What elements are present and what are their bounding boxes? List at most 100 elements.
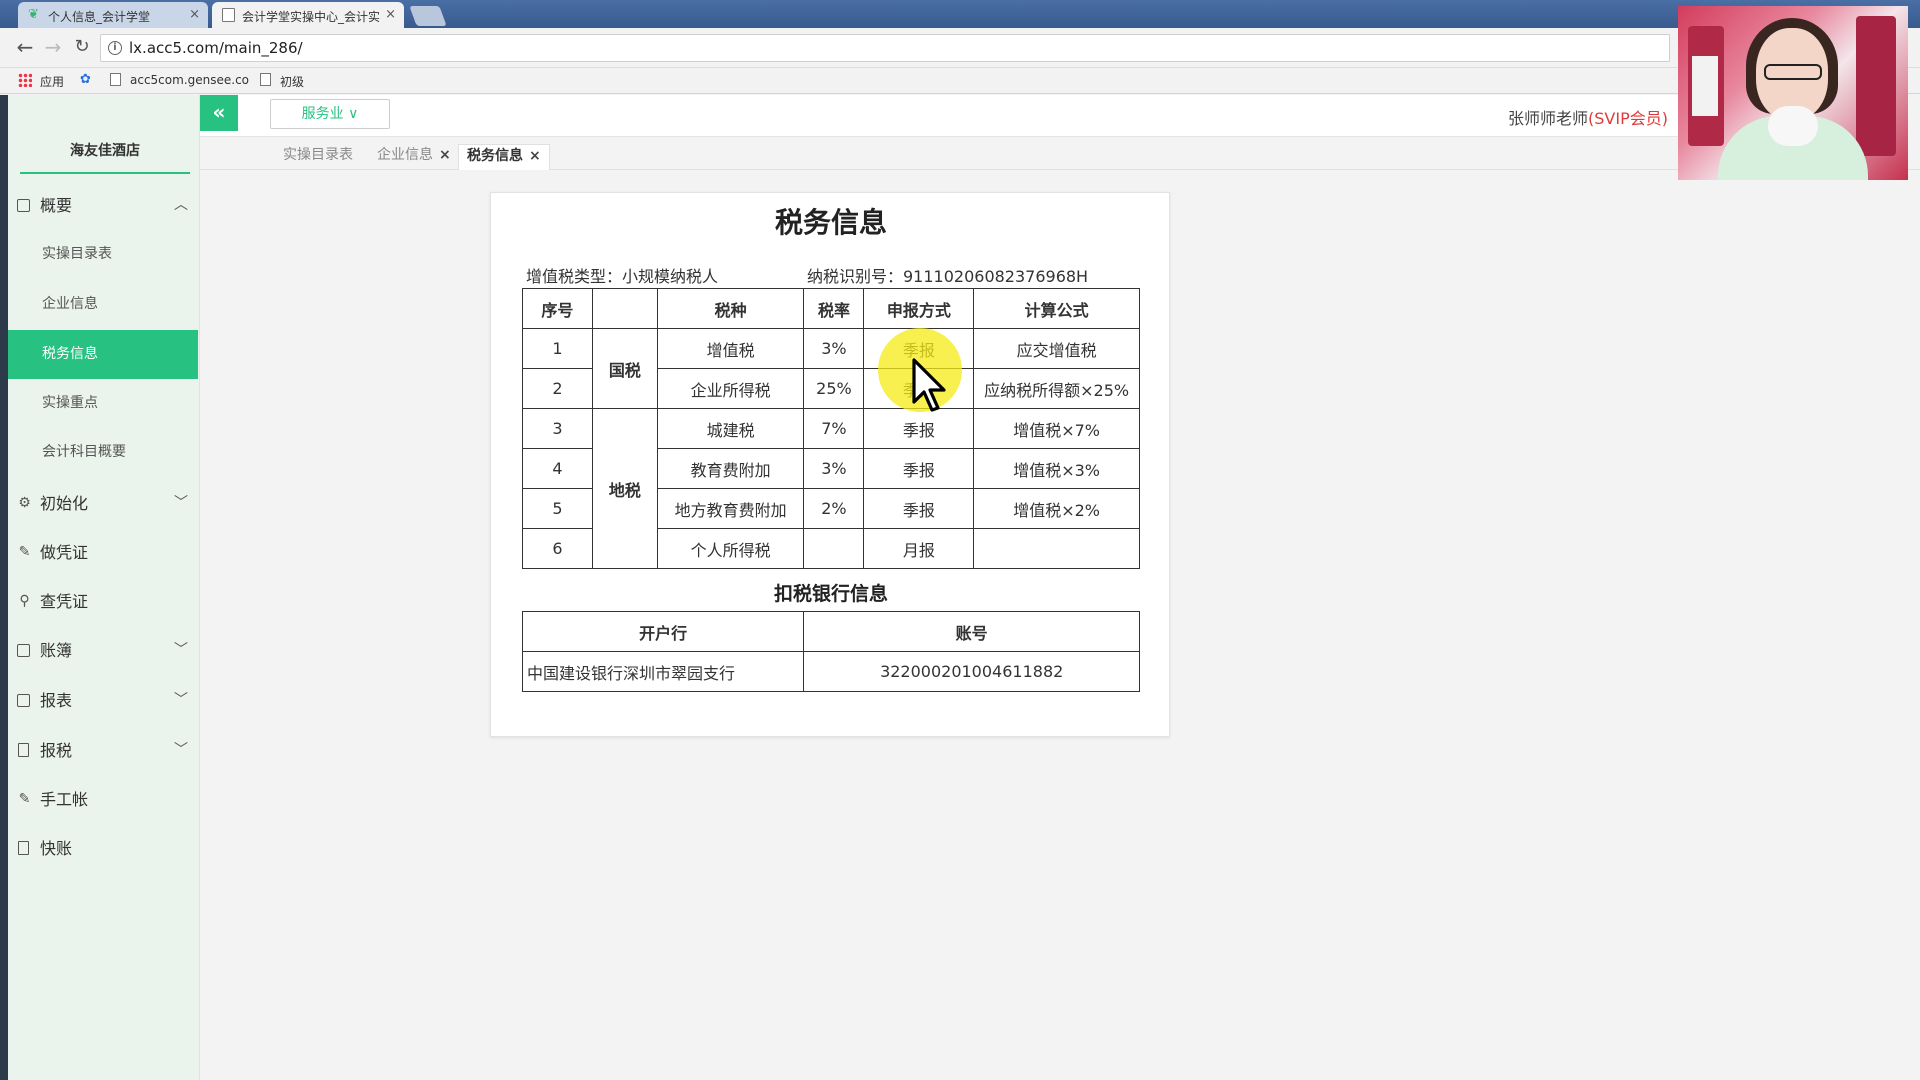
sidebar-item-label: 手工帐 — [40, 790, 89, 809]
collapse-sidebar-button[interactable]: « — [200, 95, 238, 131]
user-info[interactable]: 张师师老师(SVIP会员) — [1508, 105, 1668, 129]
user-level-badge: (SVIP会员) — [1588, 109, 1668, 128]
sidebar-subitem-key-points[interactable]: 实操重点 — [8, 379, 198, 428]
tab-label: 企业信息 — [377, 147, 433, 163]
sidebar-item-reports[interactable]: 报表 ﹀ — [8, 676, 198, 725]
bookmark-label: 初级 — [280, 75, 305, 89]
webcam-overlay — [1678, 6, 1908, 180]
reload-icon[interactable]: ↻ — [71, 36, 93, 58]
account-number: 322000201004611882 — [803, 651, 1140, 692]
sidebar-item-tax-filing[interactable]: 报税 ﹀ — [8, 726, 198, 775]
pen-icon: ✎ — [18, 544, 31, 560]
browser-tab-title: 个人信息_会计学堂 — [48, 10, 151, 24]
back-icon[interactable]: ← — [14, 36, 36, 58]
sidebar-item-search-voucher[interactable]: ⚲ 查凭证 — [8, 577, 198, 626]
document-icon — [260, 73, 271, 86]
tax-name: 个人所得税 — [656, 528, 805, 569]
file-icon — [18, 743, 29, 757]
sidebar-item-ledger[interactable]: 账簿 ﹀ — [8, 626, 198, 675]
sidebar-item-label: 报税 — [40, 741, 73, 760]
industry-select[interactable]: 服务业 ∨ — [270, 99, 390, 129]
table-row: 1 国税 增值税 3% 季报 应交增值税 — [522, 328, 1140, 409]
sidebar-item-label: 账簿 — [40, 641, 73, 660]
tab-company-info[interactable]: 企业信息 × — [369, 144, 459, 170]
new-tab-button[interactable] — [409, 6, 447, 26]
user-name: 张师师老师 — [1508, 109, 1589, 128]
sidebar: 海友佳酒店 概要 ︿ 实操目录表 企业信息 税务信息 实操重点 会计科目概要 ⚙… — [0, 95, 200, 1080]
sidebar-item-label: 查凭证 — [40, 592, 89, 611]
url-text: lx.acc5.com/main_286/ — [129, 39, 303, 57]
close-icon[interactable]: × — [189, 7, 200, 22]
paw-icon: ✿ — [80, 72, 91, 87]
tax-table: 序号 税种 税率 申报方式 计算公式 1 国税 增值税 3% 季报 应交增值税 … — [522, 288, 1140, 569]
sidebar-item-label: 快账 — [40, 839, 73, 858]
bank-section-title: 扣税银行信息 — [773, 583, 888, 605]
info-icon[interactable]: i — [108, 41, 122, 55]
chevron-down-icon: ﹀ — [174, 642, 188, 658]
table-row: 中国建设银行深圳市翠园支行 322000201004611882 — [521, 651, 1140, 692]
close-icon[interactable]: × — [529, 148, 541, 164]
sidebar-item-init[interactable]: ⚙ 初始化 ﹀ — [8, 479, 198, 528]
taxpayer-id: 纳税识别号：91110206082376968H — [807, 267, 1089, 286]
table-header-row: 开户行 账号 — [521, 611, 1140, 652]
app-header: « 服务业 ∨ 张师师老师(SVIP会员) — [200, 95, 1678, 137]
sidebar-item-quick-ledger[interactable]: 快账 — [8, 824, 198, 873]
presenter-glasses — [1764, 64, 1822, 80]
column-header: 计算公式 — [973, 288, 1140, 329]
row-number: 1 — [522, 328, 593, 369]
close-icon[interactable]: × — [385, 7, 396, 22]
gear-icon: ⚙ — [18, 495, 31, 511]
chevron-up-icon: ︿ — [174, 197, 188, 213]
bookmark-label: acc5com.gensee.co — [130, 73, 250, 87]
tab-label: 税务信息 — [467, 148, 523, 164]
tax-rate: 7% — [803, 408, 865, 449]
tax-rate: 2% — [803, 488, 865, 529]
search-icon: ⚲ — [19, 593, 30, 609]
tab-tax-info[interactable]: 税务信息 × — [458, 144, 550, 170]
sidebar-subitem-catalog[interactable]: 实操目录表 — [8, 230, 198, 279]
address-bar-row: ← → ↻ i lx.acc5.com/main_286/ — [0, 28, 1920, 68]
chevron-down-icon: ﹀ — [174, 692, 188, 708]
sidebar-subitem-tax-info[interactable]: 税务信息 — [8, 330, 198, 379]
column-header: 序号 — [522, 288, 593, 329]
bookmark-apps[interactable]: 应用 — [18, 73, 64, 90]
bookmark-label: 应用 — [40, 75, 65, 89]
row-number: 3 — [522, 408, 593, 449]
browser-tab-strip: ❦ 个人信息_会计学堂 × 会计学堂实操中心_会计实 × — [0, 0, 1920, 28]
document-icon — [110, 73, 121, 86]
sidebar-subitem-company-info[interactable]: 企业信息 — [8, 280, 198, 329]
filing-method: 月报 — [863, 528, 975, 569]
column-header: 开户行 — [521, 611, 805, 652]
sidebar-item-overview[interactable]: 概要 ︿ — [8, 181, 198, 230]
bank-name: 中国建设银行深圳市翠园支行 — [521, 651, 805, 692]
bookmark-chuji[interactable]: 初级 — [258, 73, 304, 90]
tax-rate: 3% — [803, 448, 865, 489]
page-tabs: 实操目录表 企业信息 × 税务信息 × — [200, 138, 1920, 170]
close-icon[interactable]: × — [439, 147, 451, 163]
sidebar-subitem-accounts[interactable]: 会计科目概要 — [8, 428, 198, 477]
background-panel — [1856, 16, 1896, 156]
document-icon — [222, 8, 235, 22]
chevron-down-icon: ∨ — [348, 106, 359, 122]
sidebar-item-manual-ledger[interactable]: ✎ 手工帐 — [8, 775, 198, 824]
formula: 应纳税所得额×25% — [973, 368, 1140, 409]
formula: 增值税×7% — [973, 408, 1140, 449]
bookmark-gensee[interactable]: acc5com.gensee.co — [108, 73, 249, 87]
tab-catalog[interactable]: 实操目录表 — [275, 144, 361, 170]
sidebar-edge — [0, 95, 8, 1080]
column-header: 税率 — [803, 288, 865, 329]
browser-tab[interactable]: ❦ 个人信息_会计学堂 × — [18, 2, 208, 28]
row-number: 4 — [522, 448, 593, 489]
formula: 增值税×3% — [973, 448, 1140, 489]
filing-method: 季报 — [863, 448, 975, 489]
page-title: 税务信息 — [774, 206, 887, 239]
table-header-row: 序号 税种 税率 申报方式 计算公式 — [522, 288, 1140, 329]
url-input[interactable]: i lx.acc5.com/main_286/ — [100, 34, 1670, 62]
filing-method: 季报 — [863, 488, 975, 529]
tax-group-local: 地税 — [591, 408, 658, 569]
chevron-down-icon: ﹀ — [174, 742, 188, 758]
forward-icon[interactable]: → — [42, 36, 64, 58]
sidebar-item-make-voucher[interactable]: ✎ 做凭证 — [8, 528, 198, 577]
tax-rate: 25% — [803, 368, 865, 409]
browser-tab-active[interactable]: 会计学堂实操中心_会计实 × — [212, 2, 404, 28]
